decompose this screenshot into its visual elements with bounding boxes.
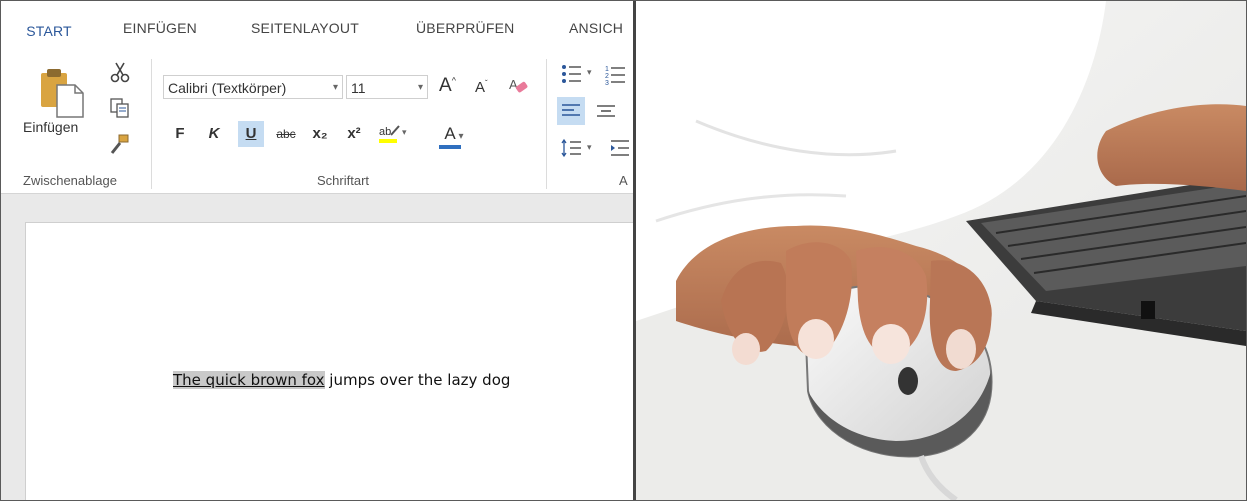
svg-text:1: 1 bbox=[605, 66, 609, 73]
paste-icon[interactable] bbox=[39, 67, 85, 119]
bold-button[interactable]: F bbox=[167, 121, 193, 147]
strikethrough-button[interactable]: abc bbox=[273, 121, 299, 147]
shrink-font-icon[interactable]: Aˇ bbox=[475, 79, 488, 96]
svg-text:▾: ▾ bbox=[402, 127, 407, 137]
copy-icon[interactable] bbox=[109, 97, 131, 119]
screenshot-frame: START EINFÜGEN SEITENLAYOUT ÜBERPRÜFEN A… bbox=[0, 0, 1247, 501]
font-color-label: A bbox=[444, 124, 456, 143]
tab-einfuegen[interactable]: EINFÜGEN bbox=[123, 20, 197, 36]
photo-hand-on-mouse bbox=[636, 1, 1246, 500]
tab-start[interactable]: START bbox=[1, 1, 97, 53]
ribbon-tabs: START EINFÜGEN SEITENLAYOUT ÜBERPRÜFEN A… bbox=[1, 1, 633, 53]
numbered-list-icon[interactable]: 1 2 3 bbox=[605, 63, 627, 85]
font-color-swatch bbox=[439, 145, 461, 149]
font-name-dropdown[interactable]: Calibri (Textkörper) ▾ bbox=[163, 75, 343, 99]
align-center-icon[interactable] bbox=[595, 101, 617, 123]
selected-text[interactable]: The quick brown fox bbox=[173, 371, 325, 389]
unselected-text[interactable]: jumps over the lazy dog bbox=[325, 371, 510, 389]
group-separator bbox=[546, 59, 547, 189]
chevron-down-icon: ▾ bbox=[332, 82, 338, 93]
document-text[interactable]: The quick brown fox jumps over the lazy … bbox=[173, 371, 510, 389]
chevron-down-icon: ▾ bbox=[417, 82, 423, 93]
bullet-list-icon[interactable]: ▾ bbox=[561, 63, 597, 85]
grow-font-icon[interactable]: A^ bbox=[439, 75, 456, 97]
svg-text:▾: ▾ bbox=[587, 67, 592, 77]
svg-text:▾: ▾ bbox=[587, 142, 592, 152]
svg-text:2: 2 bbox=[605, 73, 609, 80]
font-size-dropdown[interactable]: 11 ▾ bbox=[346, 75, 428, 99]
font-name-value: Calibri (Textkörper) bbox=[168, 80, 287, 96]
superscript-button[interactable]: x² bbox=[341, 121, 367, 147]
tab-ansicht[interactable]: ANSICH bbox=[569, 20, 623, 36]
format-painter-icon[interactable] bbox=[109, 133, 131, 155]
document-page[interactable]: The quick brown fox jumps over the lazy … bbox=[25, 222, 633, 500]
font-size-value: 11 bbox=[351, 80, 366, 96]
ribbon: Einfügen Zwischenablage Calibri (Textkör… bbox=[1, 53, 633, 194]
svg-text:3: 3 bbox=[605, 80, 609, 85]
tab-ueberpruefen[interactable]: ÜBERPRÜFEN bbox=[416, 20, 514, 36]
highlight-color-icon[interactable]: ab ▾ bbox=[379, 123, 413, 145]
font-color-button[interactable]: A ▾ bbox=[437, 121, 471, 147]
svg-text:ab: ab bbox=[379, 126, 391, 138]
word-window: START EINFÜGEN SEITENLAYOUT ÜBERPRÜFEN A… bbox=[1, 1, 633, 500]
tab-seitenlayout[interactable]: SEITENLAYOUT bbox=[251, 20, 359, 36]
clipboard-group-label: Zwischenablage bbox=[23, 173, 117, 188]
svg-text:A: A bbox=[509, 77, 518, 92]
underline-button[interactable]: U bbox=[238, 121, 264, 147]
clear-formatting-icon[interactable]: A bbox=[507, 75, 529, 97]
font-group-label: Schriftart bbox=[317, 173, 370, 188]
photo-illustration bbox=[636, 1, 1246, 500]
italic-button[interactable]: K bbox=[201, 121, 227, 147]
paste-button-label[interactable]: Einfügen bbox=[23, 119, 78, 135]
document-area: The quick brown fox jumps over the lazy … bbox=[1, 194, 633, 500]
paragraph-group-label: A bbox=[619, 173, 628, 188]
subscript-button[interactable]: x₂ bbox=[307, 121, 333, 147]
indent-icon[interactable] bbox=[609, 137, 631, 159]
align-left-icon bbox=[562, 104, 580, 116]
line-spacing-icon[interactable]: ▾ bbox=[561, 137, 597, 159]
group-separator bbox=[151, 59, 152, 189]
cut-icon[interactable] bbox=[109, 61, 131, 83]
align-left-button[interactable] bbox=[557, 97, 585, 125]
